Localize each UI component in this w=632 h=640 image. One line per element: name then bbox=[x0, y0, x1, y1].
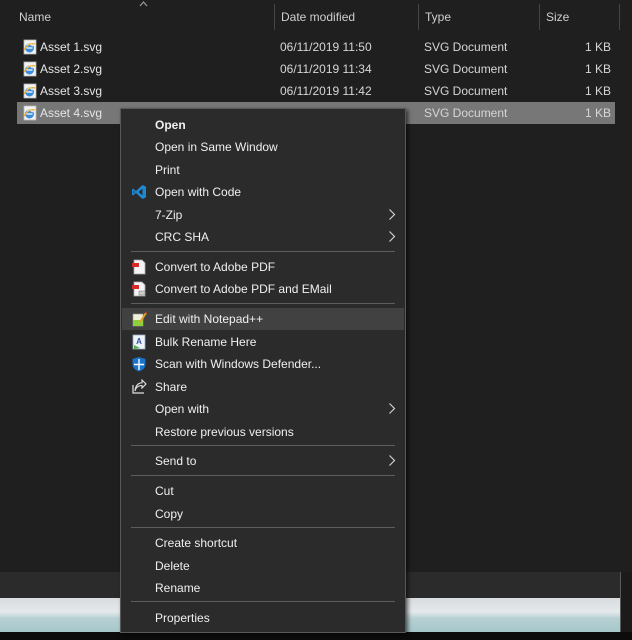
menu-item-label: Properties bbox=[155, 611, 210, 625]
svg-text:A: A bbox=[136, 337, 142, 346]
file-date: 06/11/2019 11:42 bbox=[280, 84, 372, 98]
chevron-right-icon bbox=[388, 454, 396, 467]
vscode-icon bbox=[131, 184, 147, 200]
file-type: SVG Document bbox=[424, 62, 508, 76]
chevron-right-icon bbox=[388, 230, 396, 243]
menu-separator bbox=[131, 601, 395, 602]
adobe-pdf-email-icon bbox=[131, 281, 147, 297]
menu-item-share[interactable]: Share bbox=[122, 376, 404, 398]
menu-item-label: Share bbox=[155, 380, 188, 394]
menu-item-print[interactable]: Print bbox=[122, 159, 404, 181]
menu-item-convert-to-adobe-pdf-and-email[interactable]: Convert to Adobe PDF and EMail bbox=[122, 278, 404, 300]
menu-item-label: Cut bbox=[155, 484, 174, 498]
menu-item-7-zip[interactable]: 7-Zip bbox=[122, 204, 404, 226]
chevron-right-icon bbox=[388, 402, 396, 415]
adobe-pdf-icon bbox=[131, 259, 147, 275]
file-date: 06/11/2019 11:34 bbox=[280, 62, 372, 76]
file-size: 1 KB bbox=[584, 106, 611, 120]
file-date: 06/11/2019 11:50 bbox=[280, 40, 372, 54]
menu-item-cut[interactable]: Cut bbox=[122, 480, 404, 502]
column-divider[interactable] bbox=[539, 4, 540, 30]
column-divider[interactable] bbox=[418, 4, 419, 30]
menu-item-label: Print bbox=[155, 163, 180, 177]
menu-item-properties[interactable]: Properties bbox=[122, 607, 404, 629]
window-edge bbox=[620, 572, 632, 632]
svg-file-icon bbox=[22, 105, 37, 121]
menu-item-label: Restore previous versions bbox=[155, 425, 294, 439]
menu-item-edit-with-notepad[interactable]: Edit with Notepad++ bbox=[122, 308, 404, 330]
column-size[interactable]: Size bbox=[546, 10, 569, 24]
menu-separator bbox=[131, 445, 395, 446]
menu-item-label: Bulk Rename Here bbox=[155, 335, 257, 349]
menu-item-label: Send to bbox=[155, 454, 197, 468]
menu-item-label: Delete bbox=[155, 559, 190, 573]
windows-defender-icon bbox=[131, 356, 147, 372]
share-icon bbox=[131, 378, 147, 395]
menu-item-copy[interactable]: Copy bbox=[122, 503, 404, 525]
file-type: SVG Document bbox=[424, 84, 508, 98]
svg-file-icon bbox=[22, 39, 37, 55]
menu-item-label: Open in Same Window bbox=[155, 140, 278, 154]
menu-item-label: Open bbox=[155, 118, 186, 132]
menu-item-label: CRC SHA bbox=[155, 230, 210, 244]
file-type: SVG Document bbox=[424, 106, 508, 120]
file-size: 1 KB bbox=[584, 62, 611, 76]
menu-item-label: Create shortcut bbox=[155, 536, 238, 550]
file-name: Asset 2.svg bbox=[40, 62, 103, 76]
context-menu: Open Open in Same Window Print Open with Co… bbox=[120, 108, 406, 633]
menu-item-open[interactable]: Open bbox=[122, 114, 404, 136]
menu-item-label: 7-Zip bbox=[155, 208, 183, 222]
menu-item-open-with-code[interactable]: Open with Code bbox=[122, 181, 404, 203]
file-row[interactable]: Asset 2.svg 06/11/2019 11:34 SVG Document 1… bbox=[17, 58, 615, 80]
menu-item-restore-previous-versions[interactable]: Restore previous versions bbox=[122, 421, 404, 443]
file-name: Asset 3.svg bbox=[40, 84, 103, 98]
menu-item-scan-with-windows-defender[interactable]: Scan with Windows Defender... bbox=[122, 353, 404, 375]
menu-item-open-in-same-window[interactable]: Open in Same Window bbox=[122, 136, 404, 158]
taskbar bbox=[0, 632, 632, 640]
column-header: Name Date modified Type Size bbox=[0, 0, 632, 34]
menu-item-convert-to-adobe-pdf[interactable]: Convert to Adobe PDF bbox=[122, 256, 404, 278]
menu-separator bbox=[131, 251, 395, 252]
menu-item-label: Edit with Notepad++ bbox=[155, 312, 264, 326]
menu-item-label: Open with Code bbox=[155, 185, 242, 199]
bulk-rename-icon: A bbox=[131, 334, 147, 350]
menu-item-delete[interactable]: Delete bbox=[122, 555, 404, 577]
column-name[interactable]: Name bbox=[19, 10, 51, 24]
file-name: Asset 4.svg bbox=[40, 106, 103, 120]
file-row[interactable]: Asset 1.svg 06/11/2019 11:50 SVG Document 1… bbox=[17, 36, 615, 58]
chevron-right-icon bbox=[388, 208, 396, 221]
column-type[interactable]: Type bbox=[425, 10, 451, 24]
file-size: 1 KB bbox=[584, 84, 611, 98]
file-type: SVG Document bbox=[424, 40, 508, 54]
menu-item-label: Convert to Adobe PDF and EMail bbox=[155, 282, 332, 296]
menu-item-send-to[interactable]: Send to bbox=[122, 450, 404, 472]
menu-item-open-with[interactable]: Open with bbox=[122, 398, 404, 420]
menu-item-rename[interactable]: Rename bbox=[122, 577, 404, 599]
menu-item-label: Scan with Windows Defender... bbox=[155, 357, 322, 371]
column-divider[interactable] bbox=[274, 4, 275, 30]
svg-file-icon bbox=[22, 61, 37, 77]
file-size: 1 KB bbox=[584, 40, 611, 54]
menu-item-crc-sha[interactable]: CRC SHA bbox=[122, 226, 404, 248]
menu-item-label: Open with bbox=[155, 402, 210, 416]
menu-item-label: Convert to Adobe PDF bbox=[155, 260, 276, 274]
menu-separator bbox=[131, 475, 395, 476]
file-row[interactable]: Asset 3.svg 06/11/2019 11:42 SVG Document 1… bbox=[17, 80, 615, 102]
notepadpp-icon bbox=[131, 311, 147, 327]
menu-item-label: Copy bbox=[155, 507, 184, 521]
menu-item-create-shortcut[interactable]: Create shortcut bbox=[122, 532, 404, 554]
menu-item-label: Rename bbox=[155, 581, 201, 595]
chevron-up-icon[interactable] bbox=[139, 0, 148, 7]
column-date-modified[interactable]: Date modified bbox=[281, 10, 355, 24]
svg-file-icon bbox=[22, 83, 37, 99]
column-divider[interactable] bbox=[619, 4, 620, 30]
menu-separator bbox=[131, 527, 395, 528]
file-name: Asset 1.svg bbox=[40, 40, 103, 54]
menu-item-bulk-rename-here[interactable]: A Bulk Rename Here bbox=[122, 331, 404, 353]
menu-separator bbox=[131, 303, 395, 304]
